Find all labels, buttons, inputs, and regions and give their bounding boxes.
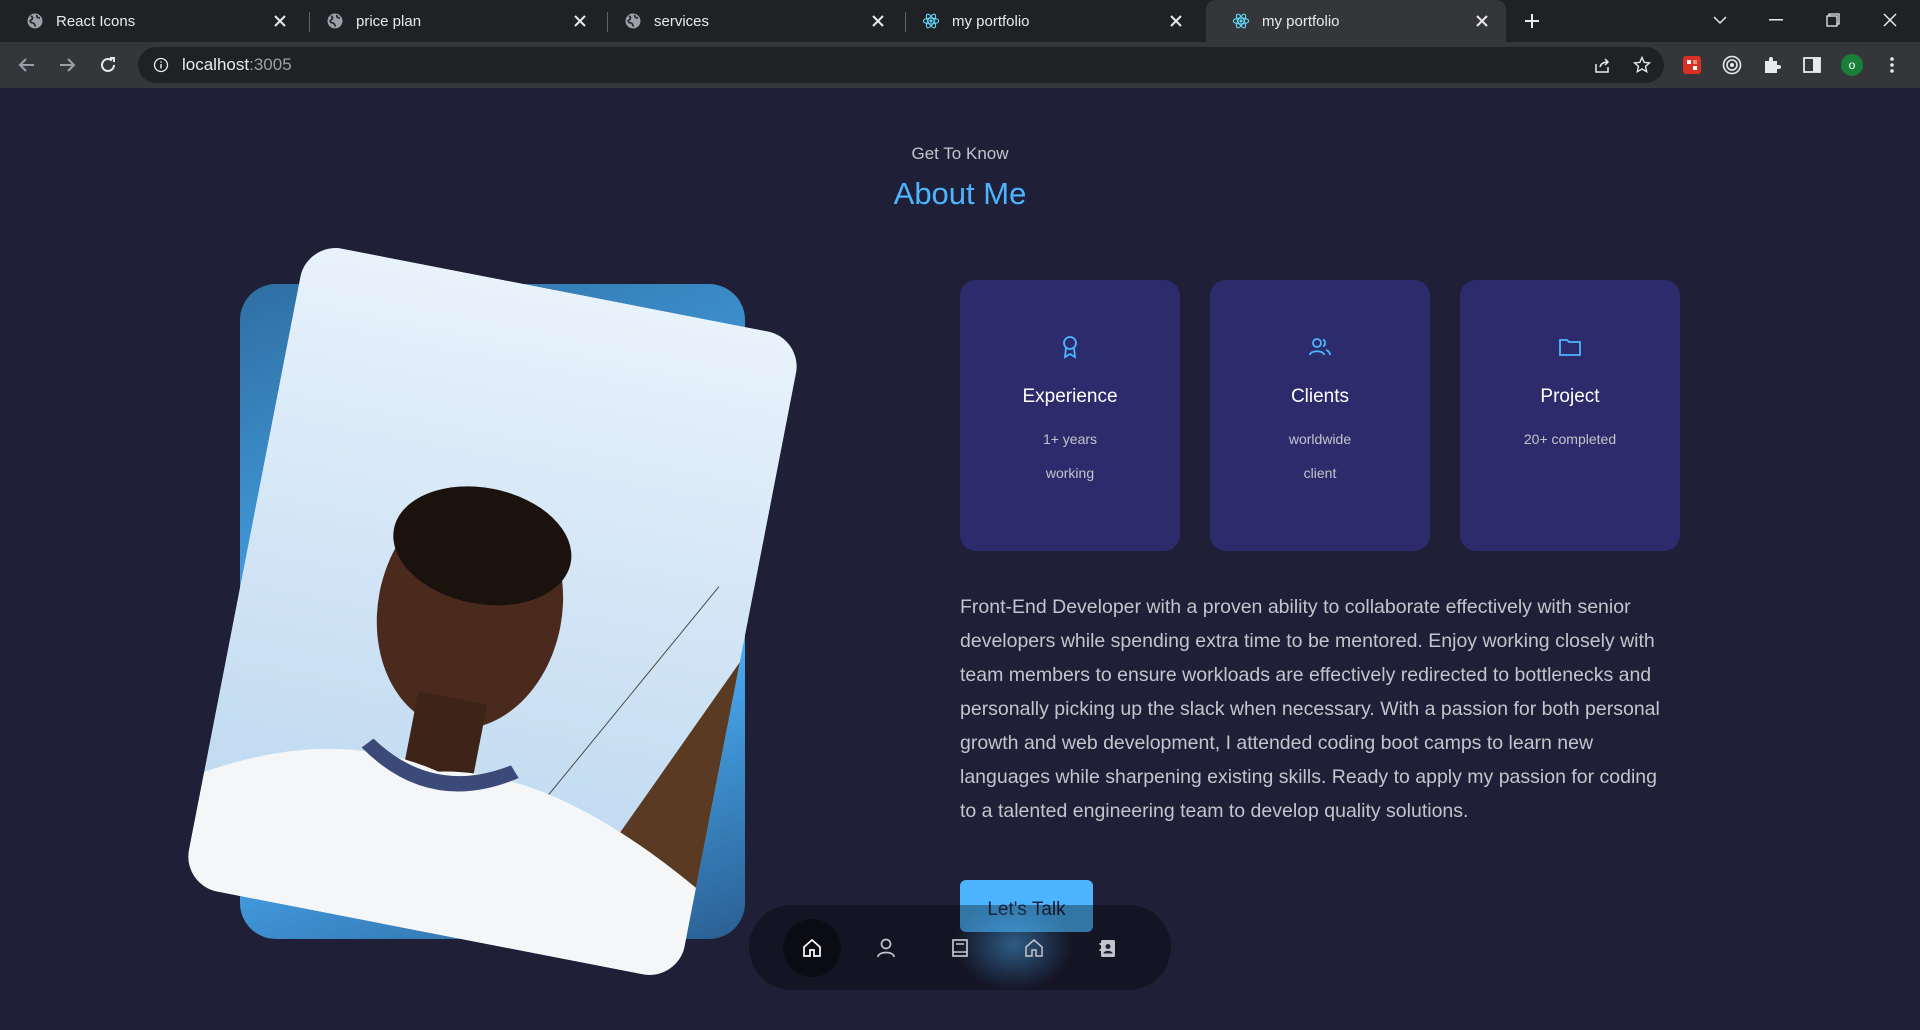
close-tab-icon[interactable] xyxy=(1472,11,1492,31)
card-line: worldwide xyxy=(1288,431,1352,447)
profile-avatar[interactable]: o xyxy=(1838,51,1866,79)
tab-title: my portfolio xyxy=(1262,12,1340,30)
bookmark-star-icon[interactable] xyxy=(1628,51,1656,79)
users-icon xyxy=(1210,335,1430,359)
url-host: localhost xyxy=(182,55,250,74)
url-port: :3005 xyxy=(249,55,292,74)
home-icon[interactable] xyxy=(783,919,841,977)
card-line: working xyxy=(1045,465,1095,481)
card-line: 1+ years xyxy=(1042,431,1098,447)
new-tab-button[interactable] xyxy=(1520,9,1544,33)
browser-toolbar: localhost:3005 o xyxy=(0,42,1920,88)
target-extension-icon[interactable] xyxy=(1718,51,1746,79)
red-extension-icon[interactable] xyxy=(1678,51,1706,79)
folder-icon xyxy=(1460,335,1680,359)
project-card: Project 20+ completed xyxy=(1460,280,1680,551)
card-line: client xyxy=(1303,465,1337,481)
menu-icon[interactable] xyxy=(1878,51,1906,79)
bio-line: languages while sharpening existing skil… xyxy=(960,766,1657,788)
close-tab-icon[interactable] xyxy=(570,11,590,31)
browser-tab-bar: React Icons price plan services my portf… xyxy=(0,0,1920,42)
experience-card: Experience 1+ years working xyxy=(960,280,1180,551)
site-info-icon[interactable] xyxy=(152,56,170,74)
close-tab-icon[interactable] xyxy=(868,11,888,31)
bio-line: developers while spending extra time to … xyxy=(960,630,1655,652)
globe-icon xyxy=(624,12,642,30)
award-icon xyxy=(960,335,1180,359)
back-button[interactable] xyxy=(13,51,41,79)
card-title: Clients xyxy=(1290,386,1350,407)
bio-line: team members to ensure workloads are eff… xyxy=(960,664,1652,686)
section-title: About Me xyxy=(893,176,1027,211)
bio-line: to a talented engineering team to develo… xyxy=(960,800,1469,822)
user-icon[interactable] xyxy=(857,919,915,977)
share-icon[interactable] xyxy=(1588,51,1616,79)
tab-search-button[interactable] xyxy=(1700,5,1740,35)
bio-line: personally picking up the slack when nec… xyxy=(960,698,1660,720)
bottom-nav xyxy=(749,897,1171,992)
minimize-button[interactable] xyxy=(1756,5,1796,35)
card-subtitle: 1+ years working xyxy=(960,422,1180,490)
globe-icon xyxy=(26,12,44,30)
browser-tab[interactable]: price plan xyxy=(300,0,604,42)
home-outline-icon[interactable] xyxy=(1005,919,1063,977)
card-subtitle: worldwide client xyxy=(1210,422,1430,490)
react-icon xyxy=(922,12,940,30)
address-bar[interactable]: localhost:3005 xyxy=(138,47,1664,83)
puzzle-icon[interactable] xyxy=(1758,51,1786,79)
browser-tab[interactable]: services xyxy=(598,0,902,42)
section-kicker: Get To Know xyxy=(911,144,1009,163)
bio-line: growth and web development, I attended c… xyxy=(960,732,1594,754)
reload-button[interactable] xyxy=(94,51,122,79)
tab-title: React Icons xyxy=(56,12,136,30)
close-window-button[interactable] xyxy=(1870,5,1910,35)
tab-title: my portfolio xyxy=(952,12,1030,30)
browser-tab[interactable]: React Icons xyxy=(0,0,304,42)
react-icon xyxy=(1232,12,1250,30)
globe-icon xyxy=(326,12,344,30)
contact-icon[interactable] xyxy=(1079,919,1137,977)
bio-line: Front-End Developer with a proven abilit… xyxy=(960,596,1631,618)
clients-card: Clients worldwide client xyxy=(1210,280,1430,551)
profile-initial: o xyxy=(1848,58,1856,72)
close-tab-icon[interactable] xyxy=(270,11,290,31)
restore-button[interactable] xyxy=(1813,5,1853,35)
card-title: Experience xyxy=(1022,386,1118,407)
close-tab-icon[interactable] xyxy=(1166,11,1186,31)
browser-tab[interactable]: my portfolio xyxy=(896,0,1200,42)
book-icon[interactable] xyxy=(931,919,989,977)
side-panel-icon[interactable] xyxy=(1798,51,1826,79)
forward-button[interactable] xyxy=(53,51,81,79)
card-subtitle: 20+ completed xyxy=(1460,422,1680,456)
tab-title: price plan xyxy=(356,12,422,30)
tab-title: services xyxy=(654,12,710,30)
bio-paragraph: Front-End Developer with a proven abilit… xyxy=(960,590,1685,828)
page-content: Get To Know About Me Experience 1+ years… xyxy=(0,88,1920,1030)
browser-tab-active[interactable]: my portfolio xyxy=(1206,0,1506,42)
card-title: Project xyxy=(1540,386,1600,407)
card-line: 20+ completed xyxy=(1523,431,1617,447)
